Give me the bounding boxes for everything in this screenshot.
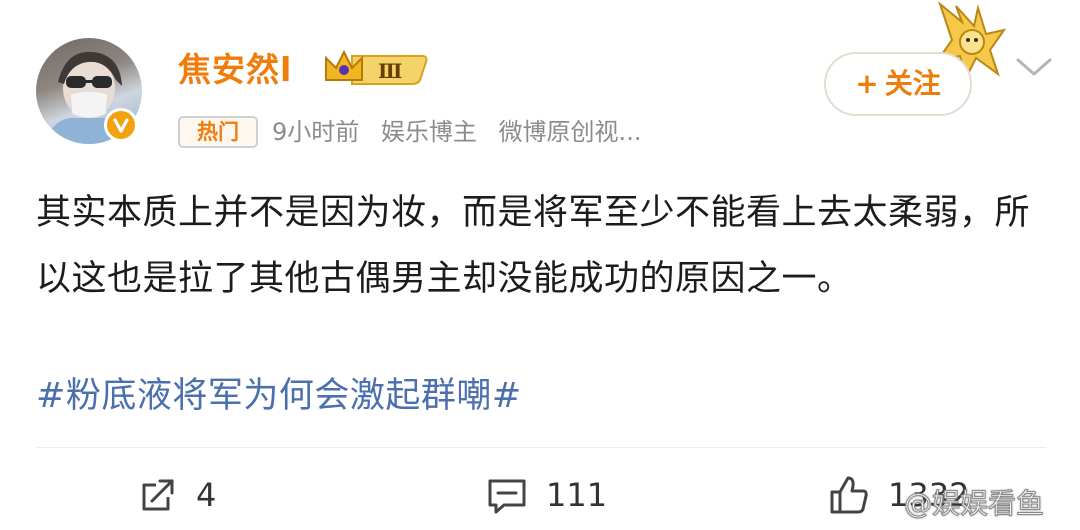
verified-v-icon [104, 108, 138, 142]
follow-button[interactable]: + 关注 [824, 52, 972, 116]
comment-button[interactable]: 111 [486, 470, 607, 520]
meta-extra: 微博原创视... [498, 118, 642, 146]
post-meta: 9小时前 娱乐博主 微博原创视... [272, 114, 655, 150]
user-role: 娱乐博主 [380, 118, 477, 146]
comment-count: 111 [546, 476, 608, 514]
repost-count: 4 [196, 476, 217, 514]
plus-icon: + [855, 67, 879, 100]
vip-level-badge: Ⅲ [322, 46, 432, 90]
divider [36, 447, 1046, 448]
follow-label: 关注 [884, 67, 941, 100]
thumbs-up-icon [830, 476, 868, 514]
post-text: 其实本质上并不是因为妆，而是将军至少不能看上去太柔弱，所以这也是拉了其他古偶男主… [36, 193, 1031, 299]
weibo-post-card: 焦安然l Ⅲ 热门 9小时前 娱乐博主 微博原创视... + 关注 其实本质上并… [0, 0, 1080, 530]
repost-button[interactable]: 4 [138, 470, 216, 520]
hot-tag: 热门 [178, 116, 258, 148]
watermark: @娱娱看鱼 [903, 487, 1045, 521]
chevron-down-icon[interactable] [1014, 54, 1054, 82]
user-name[interactable]: 焦安然l [178, 48, 292, 92]
repost-icon [142, 479, 174, 511]
comment-icon [488, 479, 526, 514]
hashtag-link[interactable]: #粉底液将军为何会激起群嘲# [36, 368, 522, 424]
badge-level: Ⅲ [378, 59, 402, 83]
post-time: 9小时前 [272, 118, 360, 146]
